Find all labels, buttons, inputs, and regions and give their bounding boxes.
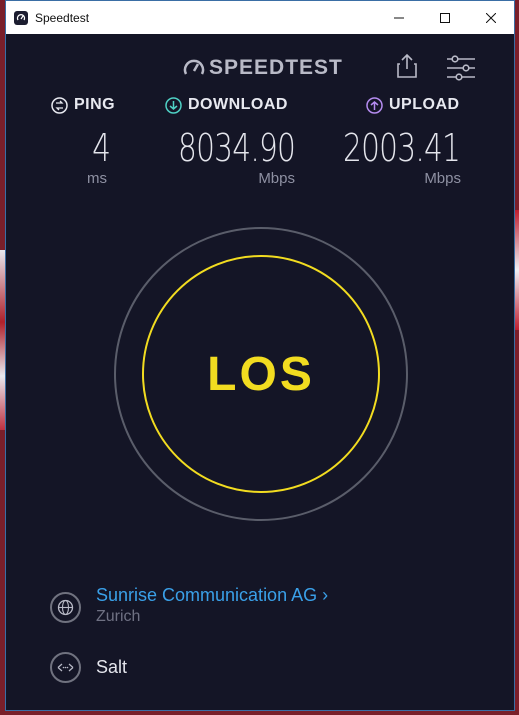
ping-metric: PING [51, 96, 115, 114]
provider-name[interactable]: Sunrise Communication AG › [96, 585, 328, 606]
speedtest-logo: SPEEDTEST [183, 56, 343, 80]
minimize-icon [394, 17, 404, 18]
close-icon [486, 12, 496, 23]
download-label: DOWNLOAD [188, 96, 288, 113]
ping-value: 4 [91, 126, 111, 170]
go-button[interactable]: LOS [113, 226, 409, 522]
speedtest-window: Speedtest SPEEDTEST PING 4 ms DOWNLOAD 8… [5, 0, 515, 711]
ping-icon [51, 96, 68, 114]
share-icon[interactable] [395, 53, 419, 79]
app-icon [14, 10, 28, 25]
download-value: 8034.90 [177, 126, 296, 170]
settings-sliders-icon[interactable] [446, 55, 476, 81]
download-arrow-icon [165, 96, 182, 114]
provider-location: Zurich [96, 608, 141, 625]
minimize-button[interactable] [376, 1, 422, 34]
maximize-button[interactable] [422, 1, 468, 34]
server-connection-icon [50, 652, 81, 683]
chevron-right-icon: › [322, 585, 329, 605]
window-title: Speedtest [35, 10, 90, 25]
upload-value: 2003.41 [342, 126, 461, 170]
server-row[interactable]: Salt [50, 652, 127, 683]
download-unit: Mbps [258, 170, 295, 187]
upload-arrow-icon [366, 96, 383, 114]
logo-text: SPEEDTEST [209, 56, 343, 79]
title-bar[interactable]: Speedtest [6, 1, 514, 34]
ping-label: PING [74, 96, 116, 113]
speedometer-icon [183, 59, 205, 75]
close-button[interactable] [468, 1, 514, 34]
server-name: Salt [96, 657, 128, 677]
provider-row[interactable]: Sunrise Communication AG › Zurich [50, 582, 328, 626]
app-content: SPEEDTEST PING 4 ms DOWNLOAD 8034.90 Mbp… [6, 34, 514, 710]
download-metric: DOWNLOAD [165, 96, 288, 114]
upload-metric: UPLOAD [366, 96, 460, 114]
upload-unit: Mbps [424, 170, 461, 187]
globe-icon [50, 592, 81, 623]
go-button-label: LOS [207, 347, 315, 401]
provider-name-text: Sunrise Communication AG [96, 585, 318, 605]
upload-label: UPLOAD [389, 96, 460, 113]
maximize-icon [440, 12, 450, 23]
ping-unit: ms [87, 170, 107, 187]
